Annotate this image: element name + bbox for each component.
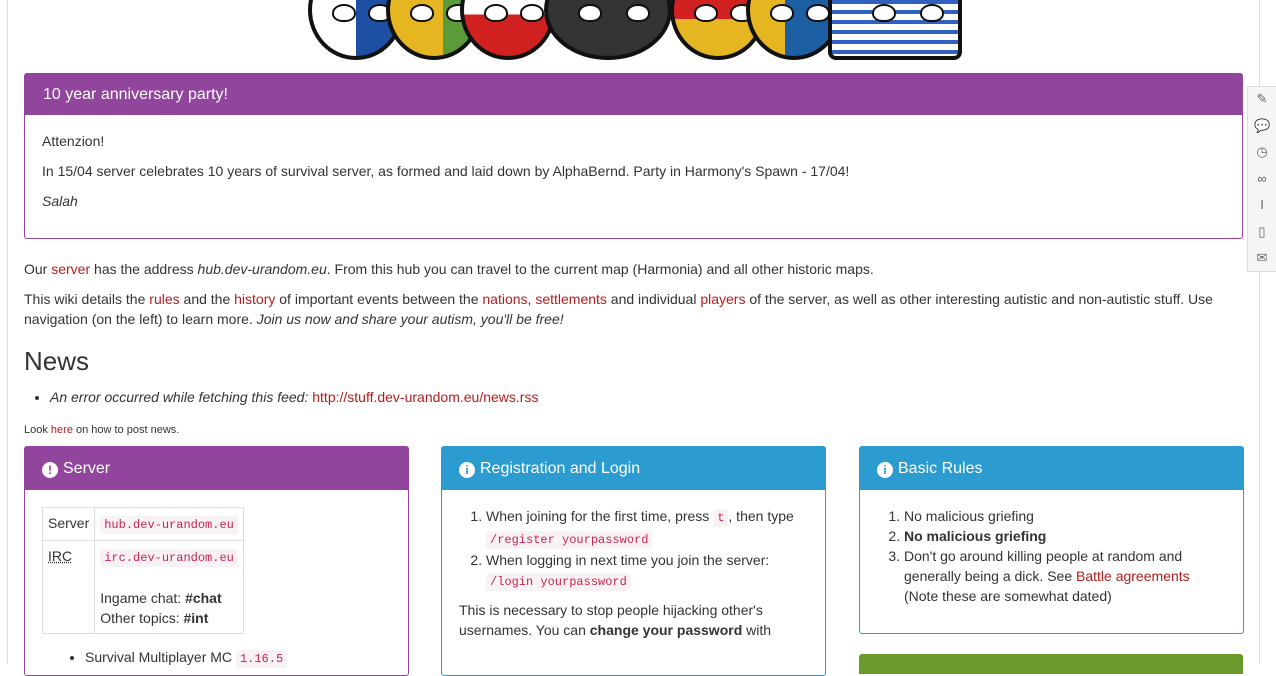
irc-label: IRC — [48, 548, 73, 564]
registration-box: i Registration and Login When joining for… — [441, 446, 826, 676]
list-item: When joining for the first time, press t… — [486, 506, 825, 550]
exclamation-icon: ! — [42, 462, 58, 478]
join-tagline: Join us now and share your autism, you'l… — [256, 311, 564, 327]
email-icon[interactable]: ✉ — [1254, 250, 1270, 266]
history-icon[interactable]: ◷ — [1254, 144, 1270, 160]
link-icon[interactable]: ∞ — [1254, 171, 1270, 187]
t-key: t — [713, 509, 729, 527]
news-list: An error occurred while fetching this fe… — [50, 388, 538, 406]
rules-box-header: i Basic Rules — [860, 447, 1243, 490]
server-box: ! Server Server hub.dev-urandom.eu IRC ir… — [24, 446, 409, 676]
server-box-header: ! Server — [25, 447, 408, 490]
battle-agreements-link[interactable]: Battle agreements — [1076, 568, 1190, 584]
text-cursor-icon[interactable]: I — [1254, 197, 1270, 213]
list-item: No malicious griefing — [904, 506, 1223, 526]
server-info-table: Server hub.dev-urandom.eu IRC irc.dev-ur… — [41, 507, 244, 634]
rules-list: No malicious griefing No malicious grief… — [860, 506, 1243, 606]
notice-title: 10 year anniversary party! — [25, 74, 1242, 115]
notice-line2: In 15/04 server celebrates 10 years of s… — [42, 163, 850, 179]
version-badge: 1.16.5 — [235, 650, 288, 668]
rules-box: i Basic Rules No malicious griefing No ma… — [859, 446, 1244, 634]
server-label: Server — [41, 507, 96, 541]
settlements-link[interactable]: settlements — [535, 291, 607, 307]
notice-line1: Attenzion! — [42, 133, 105, 149]
list-item: No malicious griefing — [904, 526, 1223, 546]
info-icon: i — [459, 462, 475, 478]
israel-ball — [828, 0, 962, 60]
players-link[interactable]: players — [700, 291, 745, 307]
comments-icon[interactable]: 💬 — [1254, 118, 1270, 134]
list-item: When logging in next time you join the s… — [486, 550, 825, 592]
history-link[interactable]: history — [234, 291, 275, 307]
server-features: Survival Multiplayer MC 1.16.5 — [85, 647, 288, 669]
notice-signature: Salah — [42, 193, 78, 209]
irc-address: irc.dev-urandom.eu — [100, 549, 238, 567]
pdf-icon[interactable]: ▯ — [1254, 224, 1270, 240]
info-icon: i — [877, 462, 893, 478]
other-channel: #int — [183, 610, 209, 626]
ingame-channel: #chat — [185, 590, 222, 606]
list-item: Don't go around killing people at random… — [904, 546, 1223, 606]
login-command: /login yourpassword — [486, 573, 631, 591]
intro-paragraph-2: This wiki details the rules and the hist… — [24, 291, 1213, 327]
list-item: Survival Multiplayer MC 1.16.5 — [85, 647, 288, 669]
countryballs-banner — [300, 0, 965, 66]
server-address: hub.dev-urandom.eu — [100, 516, 238, 534]
page-tools-sidebar: ✎ 💬 ◷ ∞ I ▯ ✉ — [1247, 86, 1276, 272]
news-heading: News — [24, 346, 90, 376]
czech-ball — [460, 0, 556, 60]
post-news-link[interactable]: here — [51, 424, 73, 436]
registration-box-header: i Registration and Login — [442, 447, 825, 490]
register-command: /register yourpassword — [486, 531, 653, 549]
intro-paragraph-1: Our server has the address hub.dev-urand… — [24, 261, 874, 277]
nations-link[interactable]: nations — [482, 291, 527, 307]
registration-note: This is necessary to stop people hijacki… — [459, 602, 772, 638]
black-ball — [544, 0, 672, 60]
rules-box-title: Basic Rules — [898, 460, 983, 477]
news-error-item: An error occurred while fetching this fe… — [50, 388, 538, 406]
registration-box-title: Registration and Login — [480, 460, 641, 477]
hub-address: hub.dev-urandom.eu — [197, 261, 327, 277]
anniversary-notice: 10 year anniversary party! Attenzion! In… — [24, 73, 1243, 239]
server-link[interactable]: server — [51, 261, 90, 277]
server-box-title: Server — [63, 460, 111, 477]
rules-link[interactable]: rules — [149, 291, 179, 307]
news-feed-link[interactable]: http://stuff.dev-urandom.eu/news.rss — [312, 389, 538, 405]
green-box-header — [859, 654, 1243, 674]
registration-steps: When joining for the first time, press t… — [442, 506, 825, 592]
post-news-hint: Look here on how to post news. — [24, 424, 180, 436]
edit-icon[interactable]: ✎ — [1254, 91, 1270, 107]
